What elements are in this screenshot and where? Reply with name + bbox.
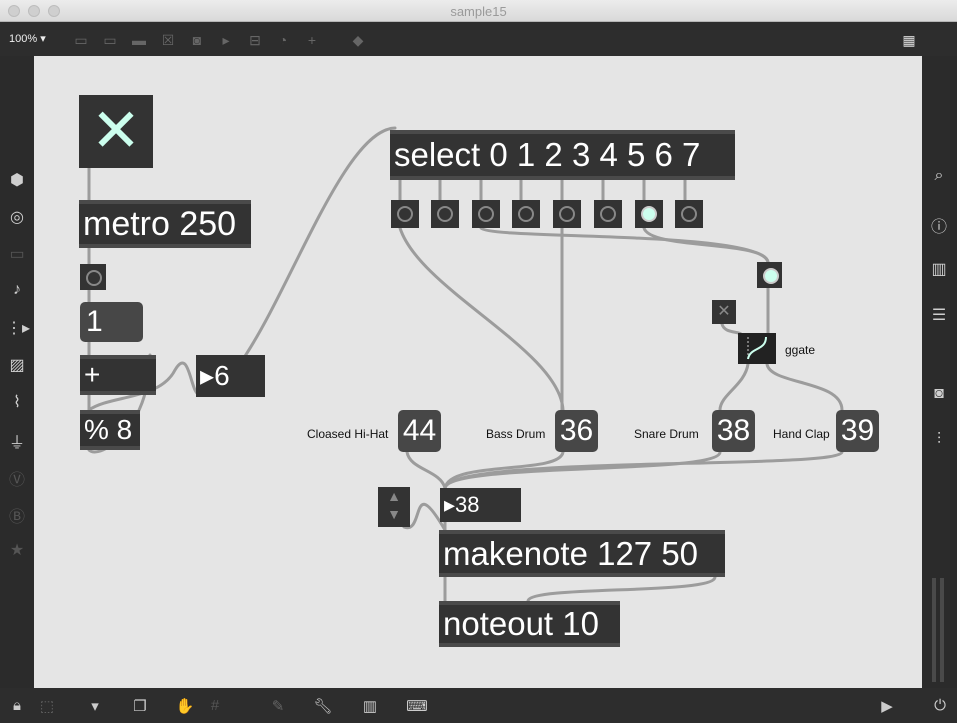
cable (405, 450, 447, 490)
note-number-box[interactable]: ▸38 (440, 488, 521, 522)
stepper[interactable]: ▲ ▼ (378, 487, 410, 527)
select-bang-5[interactable] (594, 200, 622, 228)
lock-icon[interactable]: 🔒︎ (6, 697, 28, 714)
windows-icon[interactable]: ❐ (129, 697, 151, 715)
power-icon[interactable]: ⏻ (929, 697, 951, 714)
drum-message[interactable]: 38 (712, 410, 755, 452)
keyboard-icon[interactable]: ⌨ (406, 697, 428, 715)
cable (398, 226, 565, 412)
noteout-object[interactable]: noteout 10 (439, 601, 620, 647)
play-icon[interactable]: ▶ (876, 697, 898, 715)
ggate-label: ggate (785, 343, 816, 357)
gate-route-icon (747, 336, 767, 361)
cable (402, 502, 447, 532)
cable (718, 362, 750, 412)
counter-value: 6 (214, 360, 230, 391)
metro-object[interactable]: metro 250 (79, 200, 251, 248)
drum-label: Cloased Hi-Hat (307, 427, 389, 441)
cable (398, 178, 687, 202)
presentation-mode-icon[interactable]: ⬚ (36, 697, 58, 715)
wrench-icon[interactable]: 🔧︎ (312, 697, 334, 715)
drum-label: Hand Clap (773, 427, 830, 441)
plus-object[interactable]: + (80, 355, 156, 395)
makenote-object[interactable]: makenote 127 50 (439, 530, 725, 577)
drum-message[interactable]: 36 (555, 410, 598, 452)
select-bang-3[interactable] (512, 200, 540, 228)
select-bang-7[interactable] (675, 200, 703, 228)
select-bang-1[interactable] (431, 200, 459, 228)
cable (479, 226, 770, 264)
cable (443, 450, 844, 490)
drum-message[interactable]: 44 (398, 410, 441, 452)
cable (765, 362, 844, 412)
select-bang-0[interactable] (391, 200, 419, 228)
counter-number-box[interactable]: ▸6 (196, 355, 265, 397)
grid-snap-icon[interactable]: # (204, 697, 226, 714)
select-object[interactable]: select 0 1 2 3 4 5 6 7 (390, 130, 735, 180)
bottom-toolbar: 🔒︎ ⬚ ▾ ❐ ✋ # ✎ 🔧︎ ▥ ⌨ ▶ ⏻ (0, 688, 957, 723)
drum-label: Bass Drum (486, 427, 546, 441)
toggle-big[interactable]: ✕ (79, 95, 153, 168)
select-bang-4[interactable] (553, 200, 581, 228)
modulo-object[interactable]: % 8 (80, 410, 140, 450)
piano-icon[interactable]: ▥ (359, 697, 381, 715)
comment-bubble-icon[interactable]: ▾ (84, 697, 106, 715)
cable (526, 575, 717, 603)
drum-message[interactable]: 39 (836, 410, 879, 452)
select-bang-2[interactable] (472, 200, 500, 228)
select-bang-6[interactable] (635, 200, 663, 228)
note-value: 38 (455, 492, 480, 517)
hide-icon[interactable]: ✋ (174, 697, 196, 715)
cable (642, 226, 770, 264)
message-one[interactable]: 1 (80, 302, 143, 342)
debug-icon[interactable]: ✎ (267, 697, 289, 715)
drum-label: Snare Drum (634, 427, 699, 441)
ggate-toggle[interactable]: ✕ (712, 300, 736, 324)
ggate-switch[interactable] (738, 333, 776, 364)
bang-button[interactable] (80, 264, 106, 290)
ggate-input-bang[interactable] (757, 262, 782, 288)
